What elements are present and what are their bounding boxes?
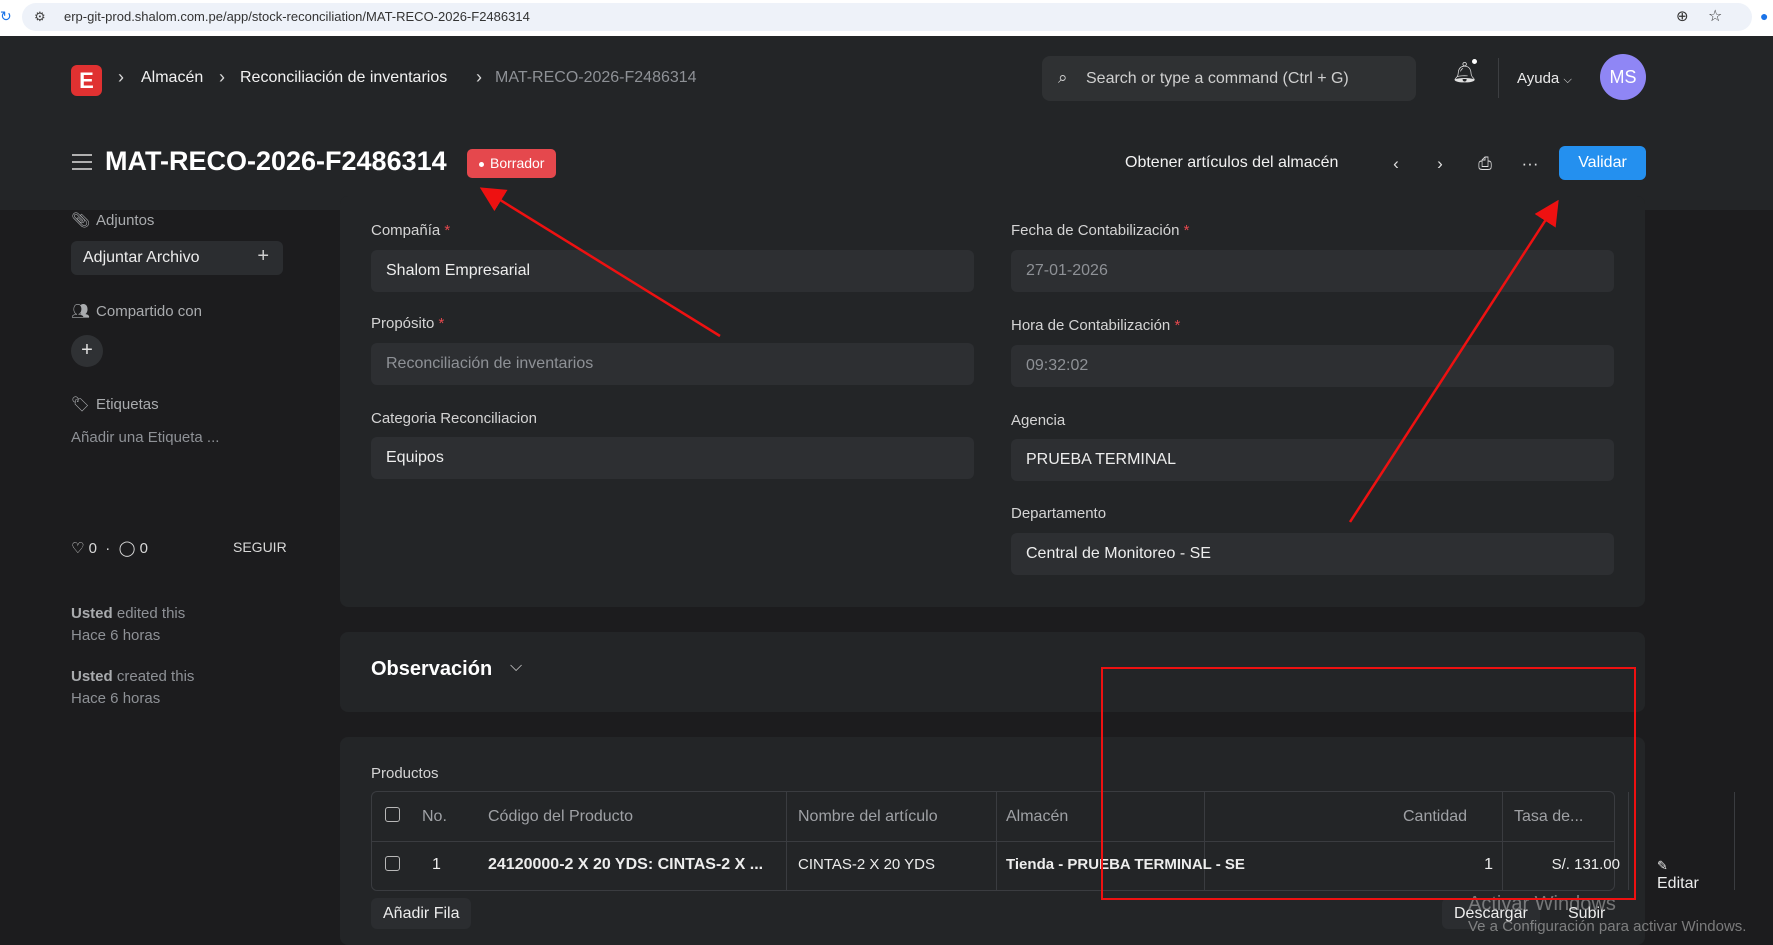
annotation-arrow-validate [1348, 199, 1559, 523]
annotation-arrows [479, 187, 1559, 523]
annotation-arrow-status [479, 187, 721, 338]
